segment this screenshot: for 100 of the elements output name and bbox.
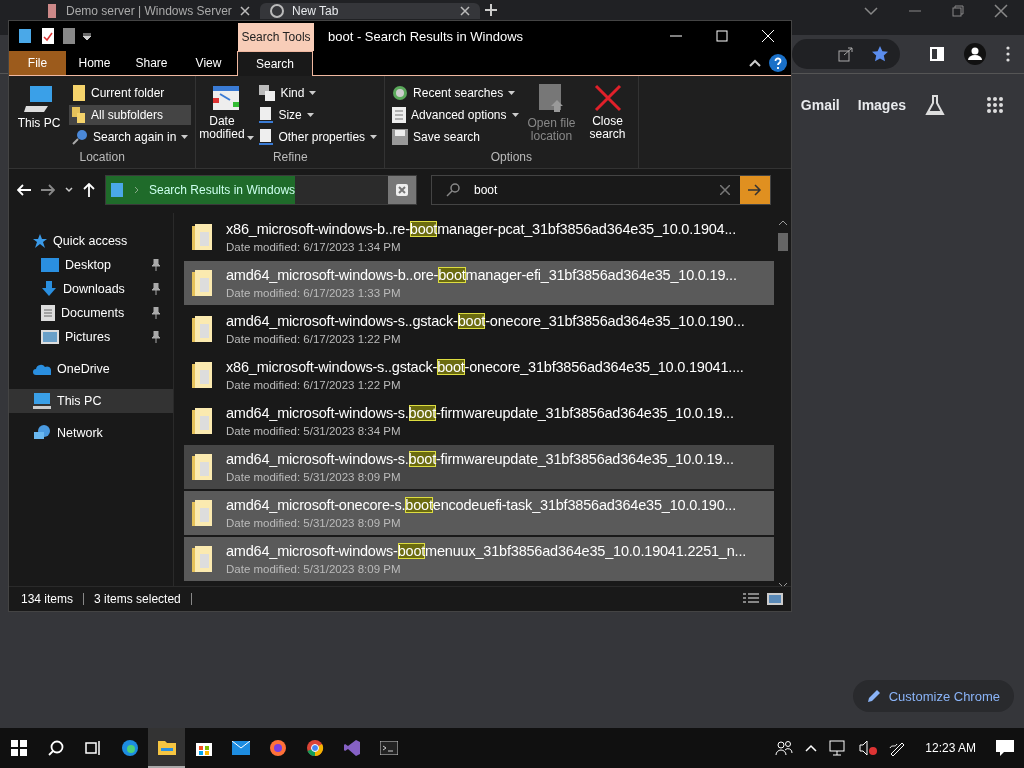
contextual-tab-label: Search Tools [238, 23, 314, 51]
search-box[interactable]: boot [431, 175, 771, 205]
onedrive-icon [33, 363, 51, 375]
up-button[interactable] [83, 183, 95, 197]
pin-icon [151, 283, 161, 295]
pictures-icon [41, 330, 59, 344]
result-item[interactable]: amd64_microsoft-windows-s..gstack-boot-onecore_31bf3856ad364e35_10.0.190... Date modified: 6/17/2023 1:22 PM [184, 307, 774, 351]
ribbon-tab[interactable]: Share [123, 51, 180, 75]
item-count: 134 items [21, 592, 74, 606]
nav-item[interactable]: This PC [9, 389, 173, 413]
details-view-icon[interactable] [743, 593, 759, 605]
forward-button[interactable] [41, 184, 55, 196]
apps-grid-icon[interactable] [986, 96, 1004, 114]
caret-icon [181, 134, 189, 140]
visual-studio-icon [342, 739, 361, 757]
bookmark-star-icon[interactable] [872, 46, 888, 62]
ribbon-button[interactable]: Recent searches [389, 83, 522, 103]
pin-icon [151, 259, 161, 271]
browser-tab[interactable]: Demo server | Windows Server [36, 3, 256, 19]
ribbon-button[interactable]: Kind [256, 83, 381, 103]
people-icon[interactable] [775, 740, 794, 756]
properties-icon[interactable] [41, 28, 55, 44]
ribbon-button[interactable]: Advanced options [389, 105, 522, 125]
taskbar-app[interactable] [148, 728, 185, 768]
stop-search-button[interactable] [388, 176, 416, 204]
date-modified: Date modified: 5/31/2023 8:34 PM [226, 424, 402, 438]
menu-icon[interactable] [1006, 46, 1010, 62]
calendar-icon [212, 84, 241, 112]
group-label: Refine [271, 150, 309, 166]
folder-icon [192, 360, 214, 390]
nav-item[interactable]: Downloads [9, 277, 173, 301]
chrome-icon [305, 739, 324, 757]
nav-item[interactable]: Desktop [9, 253, 173, 277]
customize-toolbar-icon[interactable] [83, 32, 91, 40]
server-icon [46, 4, 58, 18]
collapse-ribbon-icon[interactable] [749, 59, 761, 67]
address-bar[interactable] [792, 39, 900, 69]
ribbon-button[interactable]: Current folder [69, 83, 192, 103]
ribbon-tab[interactable]: View [180, 51, 237, 75]
notifications-icon[interactable] [996, 740, 1014, 756]
close-icon[interactable] [239, 6, 250, 16]
header-link[interactable]: Images [857, 97, 906, 113]
chevron-right-icon [134, 186, 139, 194]
explorer-icon[interactable] [17, 28, 33, 44]
result-item[interactable]: x86_microsoft-windows-b..re-bootmanager-pcat_31bf3856ad364e35_10.0.1904... Date modified: 6/17/2023 1:34 PM [184, 215, 774, 259]
clear-icon[interactable] [720, 185, 730, 195]
restore-icon[interactable] [952, 5, 964, 17]
ribbon-button[interactable]: This PC [13, 80, 65, 150]
maximize-icon [716, 30, 728, 42]
ribbon-button[interactable]: Search again in [69, 127, 192, 147]
nav-item[interactable]: Documents [9, 301, 173, 325]
windows-icon [10, 740, 27, 756]
chevron-down-icon[interactable] [864, 6, 878, 16]
date-modified: Date modified: 5/31/2023 8:09 PM [226, 470, 402, 484]
chevron-up-icon[interactable] [805, 744, 818, 752]
browser-tab[interactable]: New Tab [260, 3, 480, 19]
muted-speaker-icon[interactable] [859, 740, 878, 756]
customize-chrome-button[interactable]: Customize Chrome [852, 680, 1014, 712]
ribbon-tab[interactable]: Home [66, 51, 123, 75]
nav-item[interactable]: OneDrive [9, 357, 173, 381]
back-button[interactable] [17, 184, 31, 196]
folder-icon [192, 406, 214, 436]
clock[interactable]: 12:23 AM [917, 741, 984, 755]
close-icon[interactable] [460, 6, 470, 16]
search-icon [47, 740, 64, 756]
recent-locations-button[interactable] [65, 187, 73, 193]
ribbon-button[interactable]: All subfolders [69, 105, 192, 125]
ribbon-button[interactable]: Other properties [256, 127, 381, 147]
ribbon-tab[interactable]: Search [237, 51, 313, 76]
header-link[interactable]: Gmail [800, 97, 840, 113]
file-name: x86_microsoft-windows-b..re-bootmanager-pcat_31bf3856ad364e35_10.0.1904... [226, 220, 736, 238]
ribbon-button[interactable]: Close search [581, 80, 634, 150]
computer-icon [24, 84, 54, 114]
search-go-button[interactable] [740, 176, 770, 204]
selection-count: 3 items selected [94, 592, 181, 606]
close-icon[interactable] [994, 4, 1008, 18]
help-icon[interactable] [769, 54, 787, 72]
search-field[interactable]: boot [472, 182, 720, 198]
folders-icon [72, 107, 86, 123]
nav-item[interactable]: Network [9, 421, 173, 445]
network-icon[interactable] [829, 740, 848, 756]
new-tab-icon[interactable] [484, 3, 498, 17]
tiles-view-icon[interactable] [767, 593, 783, 605]
pen-icon[interactable] [889, 740, 906, 756]
ribbon-button[interactable]: Save search [389, 127, 522, 147]
flask-icon[interactable] [924, 94, 946, 116]
ribbon-button[interactable]: Date modified [200, 80, 253, 150]
save-icon [392, 129, 409, 145]
ribbon-tab[interactable]: File [9, 51, 66, 75]
date-modified: Date modified: 6/17/2023 1:22 PM [226, 332, 402, 346]
address-field[interactable]: Search Results in Windows [105, 175, 417, 205]
ribbon-button[interactable]: Size [256, 105, 381, 125]
result-item[interactable]: amd64_microsoft-windows-bootmenuux_31bf3856ad364e35_10.0.19041.2251_n... Date modified: 5/31/2023 8:09 PM [184, 537, 774, 581]
document-icon [259, 129, 274, 145]
profile-icon[interactable] [964, 43, 986, 65]
side-panel-icon[interactable] [930, 47, 944, 61]
nav-item[interactable]: Pictures [9, 325, 173, 349]
nav-item[interactable]: Quick access [9, 229, 173, 253]
download-icon [41, 281, 57, 297]
share-icon[interactable] [838, 46, 854, 62]
